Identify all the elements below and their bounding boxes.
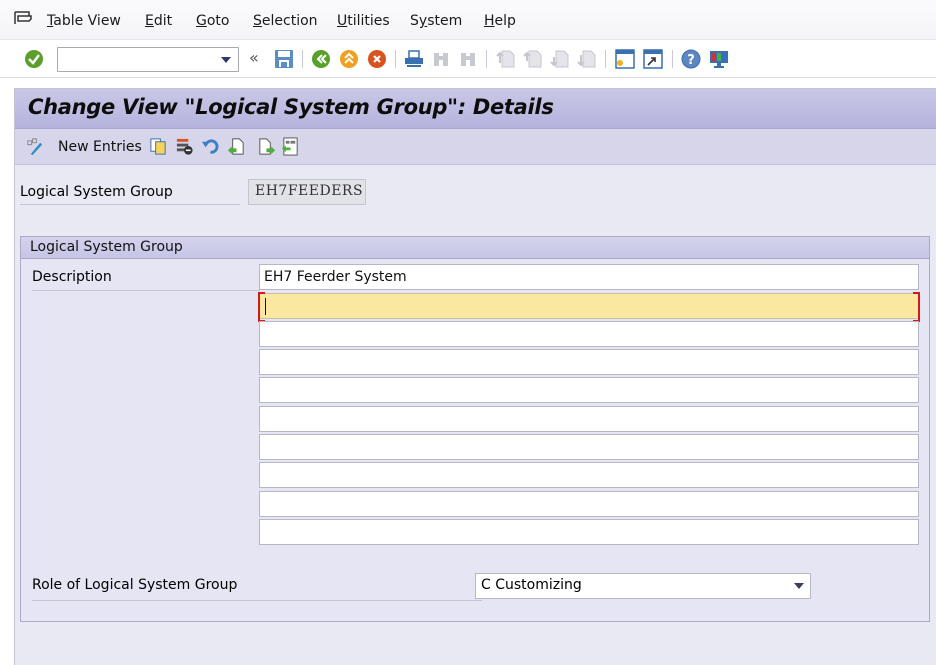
customize-layout-icon[interactable] xyxy=(709,49,729,69)
find-icon xyxy=(434,53,448,66)
description-field-2[interactable] xyxy=(258,292,920,322)
menu-goto[interactable]: Goto xyxy=(196,13,229,29)
description-input[interactable] xyxy=(260,435,918,459)
description-field-9[interactable] xyxy=(259,491,919,517)
logical-system-group-label: Logical System Group xyxy=(20,183,240,205)
menu-label: tilities xyxy=(347,13,390,29)
next-page-icon xyxy=(550,50,569,68)
previous-entry-icon[interactable] xyxy=(227,137,246,156)
chevron-down-icon[interactable] xyxy=(221,57,231,63)
undo-change-icon[interactable] xyxy=(201,137,220,156)
menu-selection[interactable]: Selection xyxy=(253,13,318,29)
description-input[interactable] xyxy=(260,294,918,318)
first-page-icon xyxy=(496,50,515,68)
page-title: Change View "Logical System Group": Deta… xyxy=(28,95,554,119)
description-field-7[interactable] xyxy=(259,434,919,460)
system-menu-icon[interactable] xyxy=(13,10,33,26)
toolbar-separator xyxy=(486,50,487,68)
copy-as-icon[interactable] xyxy=(149,137,168,156)
description-input[interactable] xyxy=(260,463,918,487)
command-input[interactable] xyxy=(58,48,218,71)
chevron-down-icon[interactable] xyxy=(794,583,804,589)
menu-label: System xyxy=(410,13,463,29)
menu-edit[interactable]: Edit xyxy=(145,13,172,29)
menu-label: election xyxy=(261,13,318,29)
application-toolbar: New Entries xyxy=(15,129,936,165)
print-icon[interactable] xyxy=(404,49,424,69)
exit-icon[interactable] xyxy=(339,49,359,69)
description-input[interactable] xyxy=(260,350,918,374)
menu-utilities[interactable]: Utilities xyxy=(337,13,390,29)
title-bar: Change View "Logical System Group": Deta… xyxy=(15,89,936,129)
description-field-10[interactable] xyxy=(259,519,919,545)
help-icon[interactable]: ? xyxy=(681,49,701,69)
generate-shortcut-icon[interactable] xyxy=(643,49,663,69)
group-title: Logical System Group xyxy=(21,237,929,259)
description-input[interactable] xyxy=(260,520,918,544)
toolbar-separator xyxy=(395,50,396,68)
cancel-icon[interactable] xyxy=(367,49,387,69)
logical-system-group-box: Logical System Group Description Role of… xyxy=(20,236,930,622)
description-input[interactable] xyxy=(260,492,918,516)
menu-system[interactable]: System xyxy=(410,13,462,29)
menu-table-view[interactable]: Table View xyxy=(47,13,121,29)
svg-text:?: ? xyxy=(687,53,695,68)
next-entry-icon[interactable] xyxy=(257,137,276,156)
command-field[interactable] xyxy=(57,47,239,72)
standard-toolbar: « ? xyxy=(0,40,936,78)
role-label: Role of Logical System Group xyxy=(32,577,482,601)
select-all-icon[interactable] xyxy=(281,137,300,156)
text-cursor xyxy=(265,298,266,315)
description-field-8[interactable] xyxy=(259,462,919,488)
description-field-5[interactable] xyxy=(259,377,919,403)
back-icon[interactable] xyxy=(311,49,331,69)
new-entries-button[interactable]: New Entries xyxy=(58,139,142,155)
create-session-icon[interactable] xyxy=(615,49,635,69)
logical-system-group-value: EH7FEEDERS xyxy=(248,179,366,205)
toolbar-separator xyxy=(302,50,303,68)
save-icon[interactable] xyxy=(274,49,294,69)
description-field-6[interactable] xyxy=(259,406,919,432)
description-input[interactable] xyxy=(260,378,918,402)
role-value: C Customizing xyxy=(481,577,582,593)
menu-label: oto xyxy=(206,13,230,29)
collapse-command-field-icon[interactable]: « xyxy=(249,48,259,67)
description-field-1[interactable] xyxy=(259,264,919,290)
menu-bar: Table View Edit Goto Selection Utilities… xyxy=(0,0,936,40)
content-area: Change View "Logical System Group": Deta… xyxy=(14,88,936,665)
description-field-3[interactable] xyxy=(259,321,919,347)
previous-page-icon xyxy=(523,50,542,68)
description-label: Description xyxy=(32,269,260,291)
description-field-4[interactable] xyxy=(259,349,919,375)
last-page-icon xyxy=(577,50,596,68)
toolbar-separator xyxy=(605,50,606,68)
menu-label: elp xyxy=(494,13,516,29)
description-input[interactable] xyxy=(260,407,918,431)
role-dropdown[interactable]: C Customizing xyxy=(475,573,811,599)
description-input[interactable] xyxy=(260,322,918,346)
enter-icon[interactable] xyxy=(24,49,44,69)
find-next-icon xyxy=(461,53,475,66)
menu-help[interactable]: Help xyxy=(484,13,516,29)
delete-icon[interactable] xyxy=(175,137,194,156)
menu-label: dit xyxy=(153,13,173,29)
display-change-icon[interactable] xyxy=(25,137,44,156)
description-input[interactable] xyxy=(260,265,918,289)
menu-label: able View xyxy=(53,13,121,29)
toolbar-separator xyxy=(672,50,673,68)
